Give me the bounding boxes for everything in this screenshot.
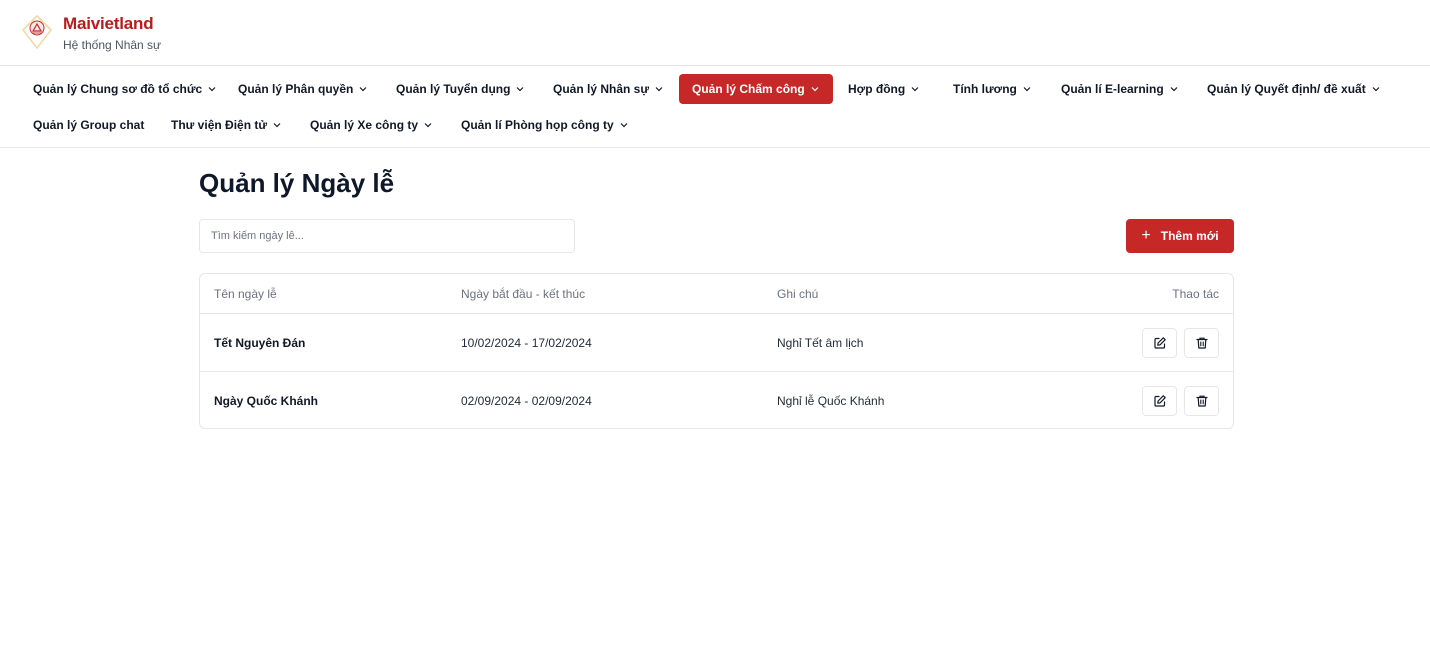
app-header: Maivietland Hệ thống Nhân sự — [0, 0, 1430, 66]
brand-name: Maivietland — [63, 14, 154, 33]
nav-item-label: Quản lý Chấm công — [692, 82, 805, 96]
nav-item-label: Thư viện Điện tử — [171, 118, 268, 132]
nav-item-group-chat[interactable]: Quản lý Group chat — [33, 110, 144, 140]
column-header-note: Ghi chú — [777, 286, 819, 301]
nav-item-label: Quản lý Xe công ty — [310, 118, 419, 132]
holiday-note: Nghỉ lễ Quốc Khánh — [777, 394, 885, 408]
edit-icon — [1153, 395, 1166, 407]
nav-item-label: Quản lý Phân quyền — [238, 82, 354, 96]
chevron-down-icon — [1023, 87, 1031, 92]
nav-item-hr[interactable]: Quản lý Nhân sự — [553, 74, 664, 104]
chevron-down-icon — [811, 87, 819, 92]
chevron-down-icon — [620, 123, 628, 128]
chevron-down-icon — [208, 87, 216, 92]
table-row: Ngày Quốc Khánh 02/09/2024 - 02/09/2024 … — [200, 372, 1233, 428]
chevron-down-icon — [424, 123, 432, 128]
chevron-down-icon — [1372, 87, 1380, 92]
nav-item-org-chart[interactable]: Quản lý Chung sơ đồ tổ chức — [33, 74, 217, 104]
page-title: Quản lý Ngày lễ — [199, 168, 395, 198]
column-header-date-range: Ngày bắt đầu - kết thúc — [461, 286, 586, 301]
add-new-button[interactable]: + Thêm mới — [1126, 219, 1234, 253]
nav-item-label: Hợp đồng — [848, 82, 906, 96]
chevron-down-icon — [655, 87, 663, 92]
brand-subtitle: Hệ thống Nhân sự — [63, 38, 162, 52]
nav-item-label: Quản lý Group chat — [33, 118, 145, 132]
holidays-table: Tên ngày lễ Ngày bắt đầu - kết thúc Ghi … — [199, 273, 1234, 429]
edit-button[interactable] — [1142, 327, 1177, 358]
nav-item-contracts[interactable]: Hợp đồng — [848, 74, 920, 104]
table-header-row: Tên ngày lễ Ngày bắt đầu - kết thúc Ghi … — [200, 274, 1233, 314]
row-actions — [1135, 372, 1219, 428]
nav-item-elearning[interactable]: Quản lí E-learning — [1061, 74, 1179, 104]
nav-item-label: Quản lý Nhân sự — [553, 82, 650, 96]
holiday-date-range: 02/09/2024 - 02/09/2024 — [461, 394, 592, 408]
column-header-name: Tên ngày lễ — [214, 286, 277, 301]
trash-icon — [1195, 395, 1208, 407]
nav-item-timekeeping[interactable]: Quản lý Chấm công — [679, 74, 833, 104]
delete-button[interactable] — [1184, 386, 1219, 416]
nav-item-decisions[interactable]: Quản lý Quyết định/ đề xuất — [1207, 74, 1381, 104]
nav-item-meeting-rooms[interactable]: Quản lí Phòng họp công ty — [461, 110, 629, 140]
trash-icon — [1195, 337, 1208, 349]
nav-item-payroll[interactable]: Tính lương — [953, 74, 1032, 104]
company-logo-icon — [21, 14, 53, 50]
search-input[interactable] — [199, 219, 575, 253]
delete-button[interactable] — [1184, 327, 1219, 358]
chevron-down-icon — [1170, 87, 1178, 92]
edit-icon — [1153, 336, 1166, 349]
add-new-label: Thêm mới — [1160, 229, 1219, 243]
edit-button[interactable] — [1142, 386, 1177, 416]
nav-item-vehicles[interactable]: Quản lý Xe công ty — [310, 110, 433, 140]
main-nav: Quản lý Chung sơ đồ tổ chức Quản lý Phân… — [0, 66, 1430, 148]
nav-item-library[interactable]: Thư viện Điện tử — [171, 110, 282, 140]
holiday-name: Tết Nguyên Đán — [214, 335, 306, 350]
holiday-note: Nghỉ Tết âm lịch — [777, 335, 864, 350]
column-header-actions: Thao tác — [1172, 286, 1219, 301]
nav-item-label: Tính lương — [953, 82, 1017, 96]
nav-item-permissions[interactable]: Quản lý Phân quyền — [238, 74, 368, 104]
chevron-down-icon — [911, 87, 919, 92]
nav-item-label: Quản lí E-learning — [1061, 82, 1164, 96]
chevron-down-icon — [359, 87, 367, 92]
nav-item-recruitment[interactable]: Quản lý Tuyển dụng — [396, 74, 525, 104]
holiday-date-range: 10/02/2024 - 17/02/2024 — [461, 335, 592, 350]
nav-item-label: Quản lý Quyết định/ đề xuất — [1207, 82, 1366, 96]
nav-item-label: Quản lý Chung sơ đồ tổ chức — [33, 82, 203, 96]
chevron-down-icon — [273, 123, 281, 128]
row-actions — [1135, 314, 1219, 371]
plus-icon: + — [1141, 227, 1151, 244]
holiday-name: Ngày Quốc Khánh — [214, 394, 319, 408]
chevron-down-icon — [517, 87, 524, 92]
table-row: Tết Nguyên Đán 10/02/2024 - 17/02/2024 N… — [200, 314, 1233, 372]
nav-item-label: Quản lí Phòng họp công ty — [461, 118, 614, 132]
nav-item-label: Quản lý Tuyển dụng — [396, 82, 511, 96]
